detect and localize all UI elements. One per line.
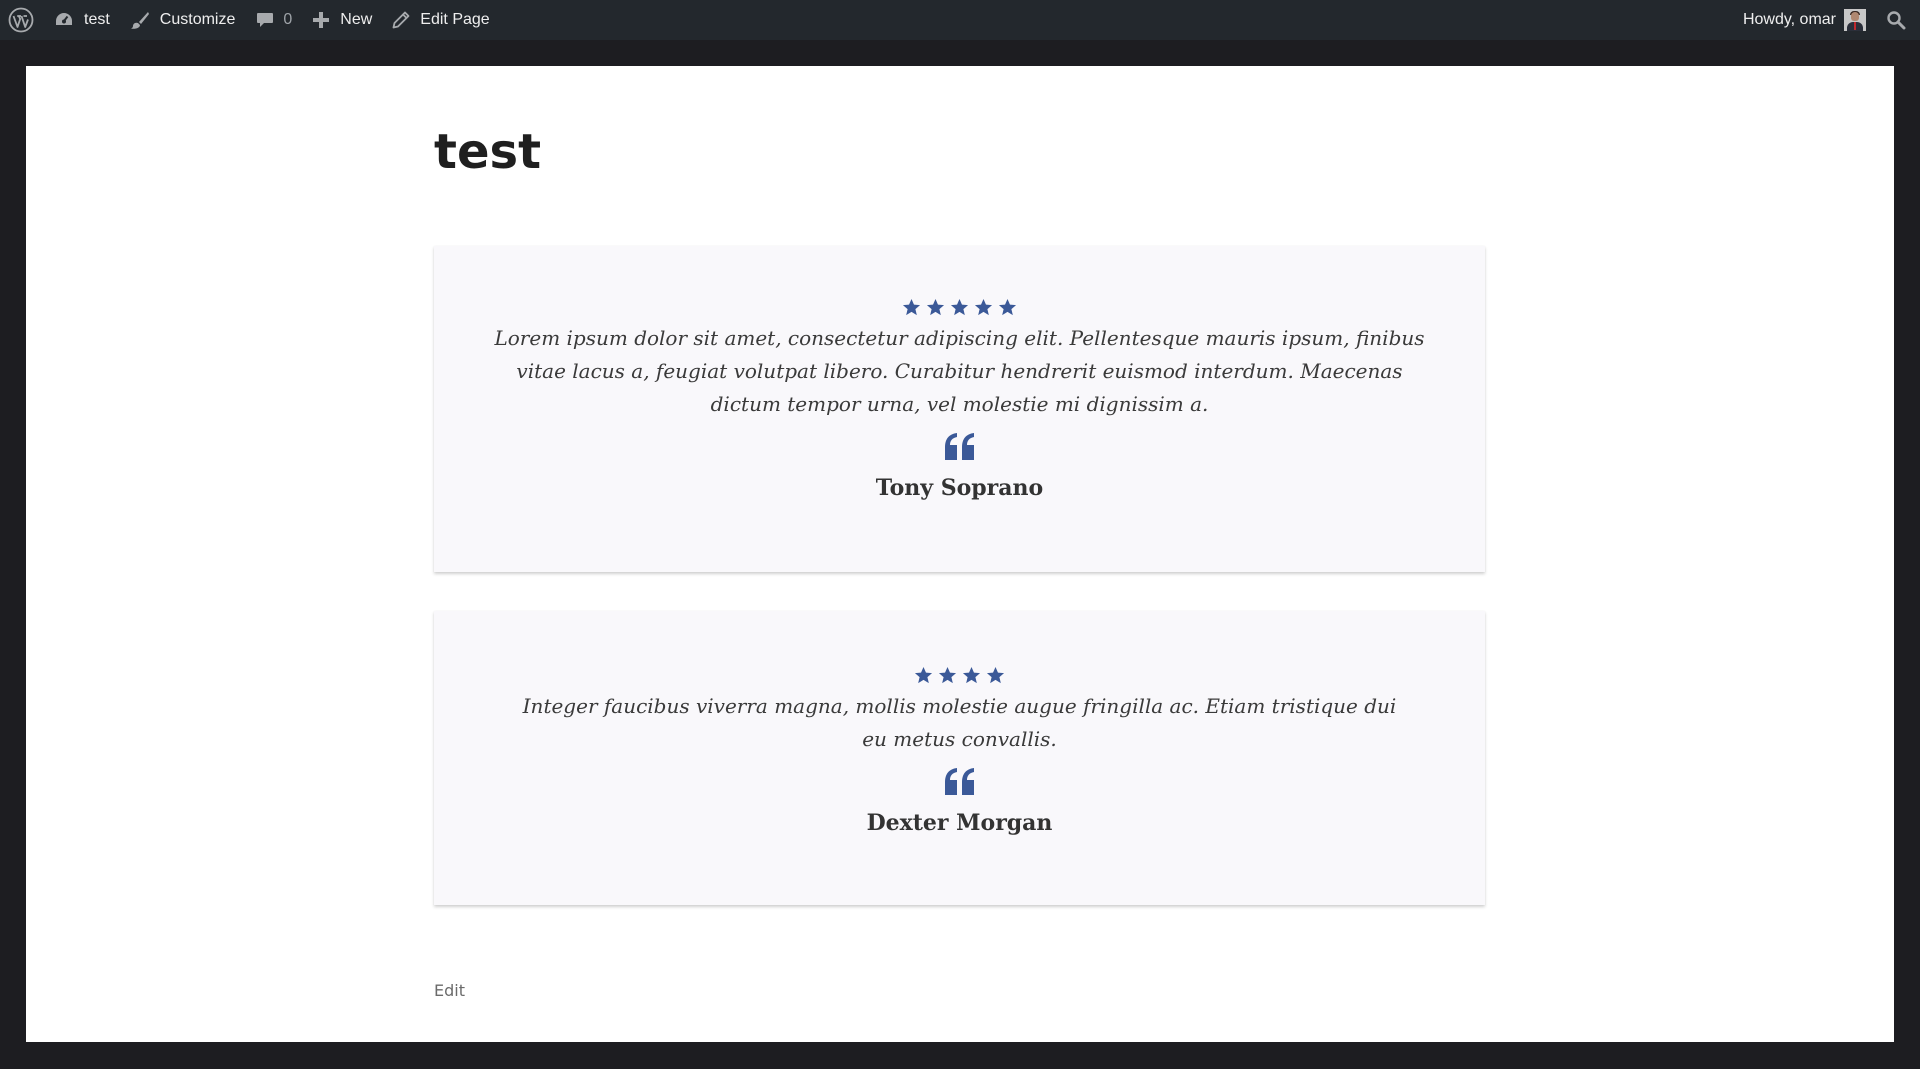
star-icon <box>998 298 1017 316</box>
new-content-menu[interactable]: New <box>302 0 382 40</box>
page-container: test Lorem ipsum dolor sit amet, consect… <box>26 66 1894 1042</box>
testimonial-text: Integer faucibus viverra magna, mollis m… <box>522 694 1397 751</box>
comment-icon <box>255 10 275 30</box>
star-icon <box>974 298 993 316</box>
comments-count: 0 <box>283 11 293 28</box>
pencil-icon <box>392 11 410 29</box>
wordpress-logo-icon <box>8 7 34 33</box>
star-rating <box>434 666 1485 685</box>
edit-page-menu[interactable]: Edit Page <box>382 0 499 40</box>
my-account-menu[interactable]: Howdy, omar <box>1733 0 1876 40</box>
plus-icon <box>312 11 330 29</box>
quote-icon <box>434 768 1485 796</box>
edit-page-label: Edit Page <box>420 11 490 28</box>
testimonial-card: Lorem ipsum dolor sit amet, consectetur … <box>434 246 1485 572</box>
brush-icon <box>130 10 150 30</box>
quote-icon <box>434 433 1485 461</box>
site-name-label: test <box>84 11 110 28</box>
star-icon <box>926 298 945 316</box>
star-icon <box>962 666 981 684</box>
comments-menu[interactable]: 0 <box>245 0 302 40</box>
testimonial-text: Lorem ipsum dolor sit amet, consectetur … <box>494 326 1425 416</box>
star-icon <box>938 666 957 684</box>
admin-bar-left: test Customize 0 New Edit Page <box>0 0 500 40</box>
search-icon <box>1886 10 1906 30</box>
star-icon <box>914 666 933 684</box>
avatar <box>1844 9 1866 31</box>
edit-page-link[interactable]: Edit <box>434 981 465 1000</box>
wordpress-logo-menu[interactable] <box>0 0 44 40</box>
admin-bar-right: Howdy, omar <box>1733 0 1920 40</box>
customize-label: Customize <box>159 11 236 28</box>
star-icon <box>986 666 1005 684</box>
testimonial-card: Integer faucibus viverra magna, mollis m… <box>434 611 1485 905</box>
greeting-label: Howdy, omar <box>1742 11 1836 28</box>
testimonial-author: Tony Soprano <box>875 475 1044 501</box>
new-label: New <box>340 11 373 28</box>
dashboard-icon <box>54 11 74 29</box>
star-rating <box>434 298 1485 317</box>
search-menu[interactable] <box>1876 0 1920 40</box>
star-icon <box>902 298 921 316</box>
site-name-menu[interactable]: test <box>44 0 120 40</box>
page-title: test <box>434 124 542 180</box>
customize-menu[interactable]: Customize <box>120 0 246 40</box>
star-icon <box>950 298 969 316</box>
admin-bar: test Customize 0 New Edit Page Howdy, om… <box>0 0 1920 40</box>
testimonial-author: Dexter Morgan <box>866 810 1053 836</box>
